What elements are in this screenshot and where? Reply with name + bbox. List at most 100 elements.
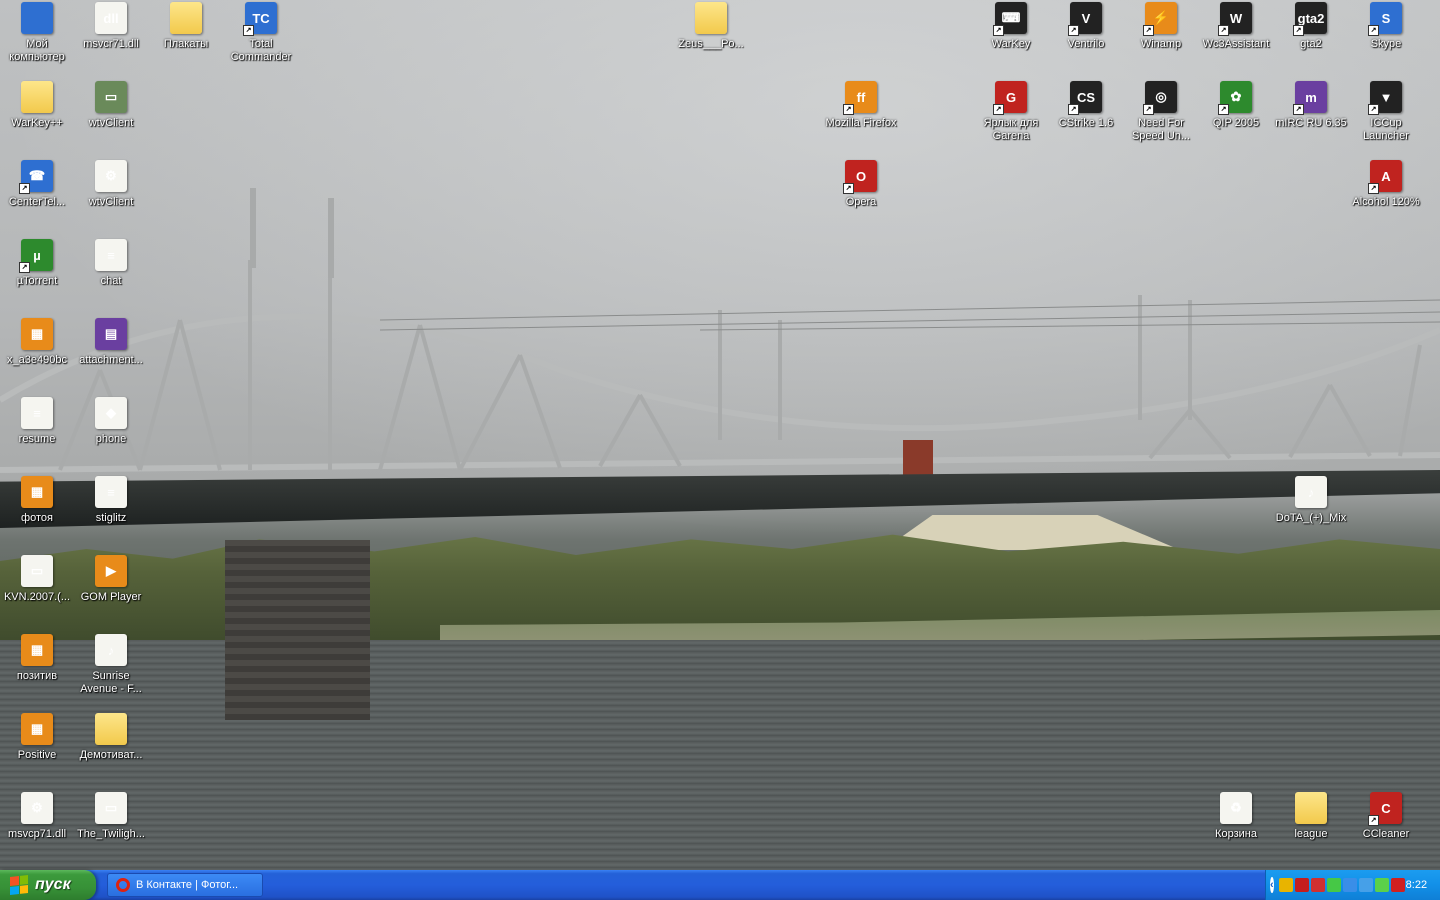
app-icon: C ↗ xyxy=(1368,792,1402,826)
app-icon: ▦ xyxy=(21,713,53,745)
desktop-icon-label: Демотиват... xyxy=(79,749,143,761)
desktop-icon-ярлык-для-garena[interactable]: G ↗ Ярлык для Garena xyxy=(974,81,1048,143)
desktop-icon-phone[interactable]: ◆ phone xyxy=(74,397,148,446)
app-icon: gta2 ↗ xyxy=(1293,2,1327,36)
desktop-icon-positive[interactable]: ▦ Positive xyxy=(0,713,74,762)
desktop-icon-opera[interactable]: O ↗ Opera xyxy=(824,160,898,209)
app-icon: A ↗ xyxy=(1368,160,1402,194)
desktop-icon-gom-player[interactable]: ▶ GOM Player xyxy=(74,555,148,604)
tray-app-icon[interactable] xyxy=(1294,878,1309,892)
desktop-icon-x-a3e490bc[interactable]: ▦ x_a3e490bc xyxy=(0,318,74,367)
app-icon: µ ↗ xyxy=(19,239,53,273)
clock[interactable]: 8:22 xyxy=(1406,879,1427,891)
desktop-icon-label: chat xyxy=(100,275,122,287)
taskbar-button-label: В Контакте | Фотог... xyxy=(136,879,239,891)
desktop-icon-wtvclient[interactable]: ▭ wtvClient xyxy=(74,81,148,130)
desktop-icon-warkey[interactable]: ⌨ ↗ WarKey xyxy=(974,2,1048,51)
desktop-icon-warkey[interactable]: WarKey++ xyxy=(0,81,74,130)
desktop-icon-resume[interactable]: ≡ resume xyxy=(0,397,74,446)
desktop-icon-dota-mix[interactable]: ♪ DoTA_(+)_Mix xyxy=(1274,476,1348,525)
app-icon: W ↗ xyxy=(1218,2,1252,36)
shortcut-arrow-icon: ↗ xyxy=(1293,104,1304,115)
tray-expand-chevron-icon[interactable]: ‹ xyxy=(1270,877,1274,893)
shortcut-arrow-icon: ↗ xyxy=(1068,104,1079,115)
desktop-icon-cstrike-1-6[interactable]: CS ↗ CStrike 1.6 xyxy=(1049,81,1123,130)
desktop-icon-torrent[interactable]: µ ↗ µTorrent xyxy=(0,239,74,288)
desktop-icon-label: CStrike 1.6 xyxy=(1058,117,1114,129)
desktop-icon-total-commander[interactable]: TC ↗ Total Commander xyxy=(224,2,298,64)
app-icon: ≡ xyxy=(95,239,127,271)
desktop-icon-демотиват[interactable]: Демотиват... xyxy=(74,713,148,762)
desktop-icon-need-for-speed-un[interactable]: ◎ ↗ Need For Speed Un... xyxy=(1124,81,1198,143)
desktop-icon-label: Ярлык для Garena xyxy=(983,117,1039,142)
desktop-icon-winamp[interactable]: ⚡ ↗ Winamp xyxy=(1124,2,1198,51)
desktop-icon-mirc-ru-6-35[interactable]: m ↗ mIRC RU 6.35 xyxy=(1274,81,1348,130)
folder-icon xyxy=(170,2,202,34)
desktop-icon-корзина[interactable]: ♻ Корзина xyxy=(1199,792,1273,841)
app-icon: m ↗ xyxy=(1293,81,1327,115)
app-icon: ✿ ↗ xyxy=(1218,81,1252,115)
desktop-icon-msvcr71-dll[interactable]: dll msvcr71.dll xyxy=(74,2,148,51)
desktop-icon-zeus-po[interactable]: Zeus___Po... xyxy=(674,2,748,51)
app-icon: ▶ xyxy=(95,555,127,587)
desktop-icon-skype[interactable]: S ↗ Skype xyxy=(1349,2,1423,51)
desktop-icon-attachment[interactable]: ▤ attachment... xyxy=(74,318,148,367)
app-icon: ▦ xyxy=(21,318,53,350)
desktop-icon-фотоя[interactable]: ▦ фотоя xyxy=(0,476,74,525)
desktop-icon-label: Opera xyxy=(845,196,877,208)
desktop-icon-msvcp71-dll[interactable]: ⚙ msvcp71.dll xyxy=(0,792,74,841)
desktop-icon-sunrise-avenue-f[interactable]: ♪ Sunrise Avenue - F... xyxy=(74,634,148,696)
tray-app-icon[interactable] xyxy=(1342,878,1357,892)
app-icon: ☎ ↗ xyxy=(19,160,53,194)
desktop-icon-alcohol-120[interactable]: A ↗ Alcohol 120% xyxy=(1349,160,1423,209)
tray-app-icon[interactable] xyxy=(1278,878,1293,892)
tray-app-icon[interactable] xyxy=(1374,878,1389,892)
desktop-icon-gta2[interactable]: gta2 ↗ gta2 xyxy=(1274,2,1348,51)
tray-app-icon[interactable] xyxy=(1326,878,1341,892)
tray-app-icon[interactable] xyxy=(1390,878,1405,892)
desktop-icon-qip-2005[interactable]: ✿ ↗ QIP 2005 xyxy=(1199,81,1273,130)
desktop-icon-wc3assistant[interactable]: W ↗ Wc3Assistant xyxy=(1199,2,1273,51)
desktop-icon-stiglitz[interactable]: ≡ stiglitz xyxy=(74,476,148,525)
desktop-icon-mozilla-firefox[interactable]: ff ↗ Mozilla Firefox xyxy=(824,81,898,130)
shortcut-arrow-icon: ↗ xyxy=(19,183,30,194)
app-icon: ◆ xyxy=(95,397,127,429)
app-icon: ff ↗ xyxy=(843,81,877,115)
desktop-icon-wtvclient[interactable]: ⚙ wtvClient xyxy=(74,160,148,209)
desktop-icon-the-twiligh[interactable]: ▭ The_Twiligh... xyxy=(74,792,148,841)
tray-app-icon[interactable] xyxy=(1358,878,1373,892)
desktop-icon-iccup-launcher[interactable]: ▼ ↗ ICCup Launcher xyxy=(1349,81,1423,143)
app-icon: ◎ ↗ xyxy=(1143,81,1177,115)
desktop-icon-league[interactable]: league xyxy=(1274,792,1348,841)
app-icon: ▭ xyxy=(21,555,53,587)
bridge-spire-left xyxy=(250,188,256,268)
app-icon: ▤ xyxy=(95,318,127,350)
app-icon: ⚙ xyxy=(21,792,53,824)
desktop-icon-kvn-2007[interactable]: ▭ KVN.2007.(... xyxy=(0,555,74,604)
start-button[interactable]: пуск xyxy=(0,870,96,900)
desktop-icon-centertel[interactable]: ☎ ↗ CenterTel... xyxy=(0,160,74,209)
app-icon: ≡ xyxy=(95,476,127,508)
shortcut-arrow-icon: ↗ xyxy=(843,183,854,194)
app-icon: ⚡ ↗ xyxy=(1143,2,1177,36)
folder-icon xyxy=(21,81,53,113)
desktop-icon-ventrilo[interactable]: V ↗ Ventrilo xyxy=(1049,2,1123,51)
shortcut-arrow-icon: ↗ xyxy=(1143,104,1154,115)
desktop-icon-label: wtvClient xyxy=(88,117,134,129)
desktop-icon-плакаты[interactable]: Плакаты xyxy=(149,2,223,51)
desktop-icon-label: wtvClient xyxy=(88,196,134,208)
desktop-icon-label: Total Commander xyxy=(230,38,292,63)
tray-app-icon[interactable] xyxy=(1310,878,1325,892)
desktop-icon-позитив[interactable]: ▦ позитив xyxy=(0,634,74,683)
desktop-icon-label: Wc3Assistant xyxy=(1202,38,1270,50)
desktop-icon-label: позитив xyxy=(16,670,58,682)
shortcut-arrow-icon: ↗ xyxy=(993,104,1004,115)
desktop-icon-label: gta2 xyxy=(1300,38,1322,50)
desktop[interactable]: Мой компьютер dll msvcr71.dll Плакаты TC ↗ Tot… xyxy=(0,0,1440,870)
taskbar-button-opera[interactable]: В Контакте | Фотог... xyxy=(107,873,263,897)
app-icon: ≡ xyxy=(21,397,53,429)
desktop-icon-chat[interactable]: ≡ chat xyxy=(74,239,148,288)
desktop-icon-ccleaner[interactable]: C ↗ CCleaner xyxy=(1349,792,1423,841)
desktop-icon-мой-компьютер[interactable]: Мой компьютер xyxy=(0,2,74,64)
desktop-icon-label: QIP 2005 xyxy=(1212,117,1260,129)
